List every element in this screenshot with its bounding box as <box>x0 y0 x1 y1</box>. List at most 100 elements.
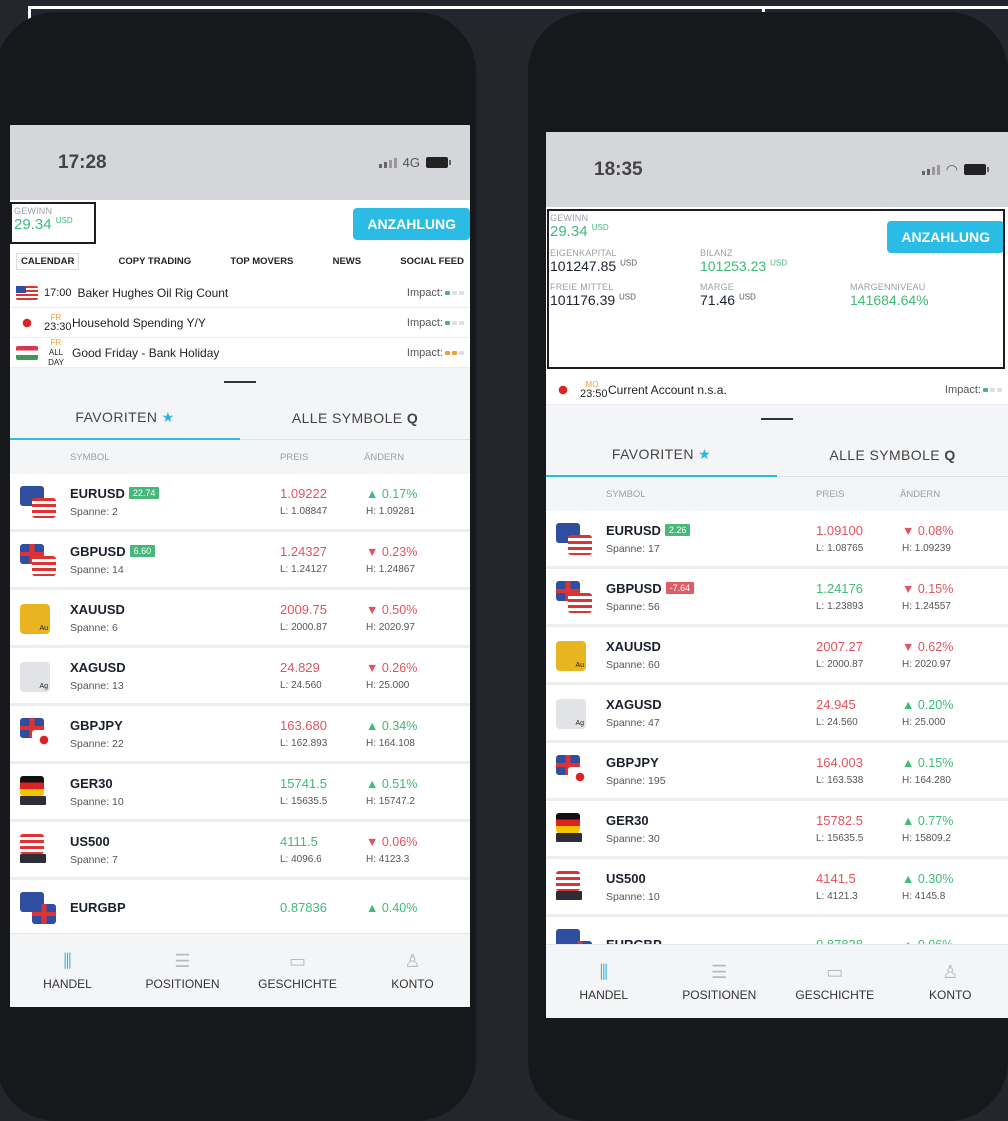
nav-konto[interactable]: ♙ KONTO <box>355 934 470 1007</box>
symbol-flag: Ag <box>10 648 70 703</box>
symbol-row[interactable]: EURUSD 22.74 Spanne: 2 1.09222 L: 1.08847 ▲ 0… <box>10 474 470 532</box>
user-icon: ♙ <box>942 961 959 982</box>
symbol-row[interactable]: Au XAUUSD Spanne: 6 2009.75 L: 2000.87 ▼ 0.50… <box>10 590 470 648</box>
high-price: H: 1.24557 <box>902 600 951 612</box>
symbol-row[interactable]: Ag XAGUSD Spanne: 13 24.829 L: 24.560 ▼ 0.26%… <box>10 648 470 706</box>
symbol-row[interactable]: GER30 Spanne: 30 15782.5 L: 15635.5 ▲ 0.77% H… <box>546 801 1008 859</box>
spread: Spanne: 14 <box>70 563 124 576</box>
symbol-name: GBPUSD <box>606 580 662 596</box>
spread: Spanne: 6 <box>70 621 118 634</box>
us-flag-icon <box>556 871 580 891</box>
battery-icon <box>964 164 989 175</box>
tab-favorites[interactable]: FAVORITEN ★ <box>546 446 777 463</box>
arrow-down-icon: ▼ <box>902 639 915 654</box>
tab-favorites[interactable]: FAVORITEN ★ <box>10 409 240 426</box>
impact-indicator: Impact: <box>407 317 464 329</box>
current-price: 24.945 <box>816 697 856 712</box>
tab-all-symbols[interactable]: ALLE SYMBOLE Q <box>240 410 470 426</box>
deposit-button[interactable]: ANZAHLUNG <box>353 208 470 240</box>
symbol-flag <box>10 474 70 529</box>
low-price: L: 15635.5 <box>280 796 328 807</box>
col-price: PREIS <box>816 488 845 500</box>
tab-social-feed[interactable]: SOCIAL FEED <box>400 256 464 270</box>
arrow-down-icon: ▼ <box>366 834 379 849</box>
drag-handle[interactable] <box>10 368 470 396</box>
search-icon: Q <box>944 446 956 463</box>
current-price: 15782.5 <box>816 813 863 828</box>
tab-all-symbols[interactable]: ALLE SYMBOLE Q <box>777 447 1008 463</box>
highlight-box <box>547 209 1005 369</box>
symbol-flag: Au <box>10 590 70 645</box>
symbol-flag <box>546 569 606 624</box>
symbol-row[interactable]: GBPJPY Spanne: 22 163.680 L: 162.893 ▲ 0.34%… <box>10 706 470 764</box>
price-change: ▲ 0.40% <box>366 900 418 915</box>
signal-icon <box>921 164 940 175</box>
spread: Spanne: 17 <box>606 542 660 555</box>
symbol-row[interactable]: EURGBP 0.87836 ▲ 0.40% <box>10 880 470 938</box>
column-headers: SYMBOL PREIS ÄNDERN <box>10 440 470 474</box>
high-price: H: 25.000 <box>902 716 946 728</box>
index-tag <box>556 891 582 900</box>
low-price: L: 1.24127 <box>280 564 328 575</box>
low-price: L: 4096.6 <box>280 854 322 865</box>
drag-handle[interactable] <box>546 405 1008 433</box>
tab-top-movers[interactable]: TOP MOVERS <box>230 256 293 270</box>
phone-right: 18:35 ◠ GEWINN 29.34 USD ANZAHLUNG EIGEN… <box>528 12 1008 1121</box>
nav-konto[interactable]: ♙ KONTO <box>893 945 1008 1018</box>
nav-geschichte[interactable]: ▭ GESCHICHTE <box>777 945 893 1018</box>
bottom-nav: ⫼ HANDEL ☰ POSITIONEN ▭ GESCHICHTE ♙ KONTO <box>10 933 470 1007</box>
profit-badge: 2.26 <box>664 524 691 536</box>
price-change: ▲ 0.17% <box>366 486 418 501</box>
high-price: H: 1.09281 <box>366 505 415 517</box>
nav-handel[interactable]: ⫼ HANDEL <box>546 945 662 1018</box>
nav-positionen[interactable]: ☰ POSITIONEN <box>125 934 240 1007</box>
account-summary: GEWINN 29.34 USD ANZAHLUNG <box>10 200 470 248</box>
calendar-event[interactable]: 17:00 Baker Hughes Oil Rig Count Impact: <box>10 278 470 308</box>
spread: Spanne: 7 <box>70 853 118 866</box>
col-change: ÄNDERN <box>900 488 941 500</box>
high-price: H: 164.280 <box>902 774 951 786</box>
arrow-up-icon: ▲ <box>366 486 379 501</box>
price-change: ▲ 0.30% <box>902 871 954 886</box>
symbol-tabs: FAVORITEN ★ ALLE SYMBOLE Q <box>546 433 1008 477</box>
spread: Spanne: 10 <box>606 890 660 903</box>
arrow-up-icon: ▲ <box>366 776 379 791</box>
low-price: L: 162.893 <box>280 738 328 749</box>
symbol-row[interactable]: Ag XAGUSD Spanne: 47 24.945 L: 24.560 ▲ 0.20%… <box>546 685 1008 743</box>
spread: Spanne: 195 <box>606 774 666 787</box>
nav-positionen[interactable]: ☰ POSITIONEN <box>662 945 778 1018</box>
column-headers: SYMBOL PREIS ÄNDERN <box>546 477 1008 511</box>
symbol-row[interactable]: EURUSD 2.26 Spanne: 17 1.09100 L: 1.08765 ▼ 0… <box>546 511 1008 569</box>
symbol-row[interactable]: Au XAUUSD Spanne: 60 2007.27 L: 2000.87 ▼ 0.6… <box>546 627 1008 685</box>
spread: Spanne: 56 <box>606 600 660 613</box>
highlight-box <box>10 202 96 244</box>
news-tabs: CALENDAR COPY TRADING TOP MOVERS NEWS SO… <box>10 248 470 278</box>
star-icon: ★ <box>161 409 175 425</box>
us-flag-icon <box>16 285 38 300</box>
symbol-row[interactable]: GER30 Spanne: 10 15741.5 L: 15635.5 ▲ 0.51% H… <box>10 764 470 822</box>
calendar-event[interactable]: FR 23:30 Household Spending Y/Y Impact: <box>10 308 470 338</box>
nav-geschichte[interactable]: ▭ GESCHICHTE <box>240 934 355 1007</box>
tab-calendar[interactable]: CALENDAR <box>16 253 80 270</box>
tab-copy-trading[interactable]: COPY TRADING <box>119 256 192 270</box>
symbol-row[interactable]: GBPUSD 6.60 Spanne: 14 1.24327 L: 1.24127 ▼ 0… <box>10 532 470 590</box>
nav-handel[interactable]: ⫼ HANDEL <box>10 934 125 1007</box>
calendar-event[interactable]: FR ALL DAY Good Friday - Bank Holiday Imp… <box>10 338 470 368</box>
high-price: H: 1.09239 <box>902 542 951 554</box>
symbol-tabs: FAVORITEN ★ ALLE SYMBOLE Q <box>10 396 470 440</box>
arrow-up-icon: ▲ <box>902 697 915 712</box>
symbol-row[interactable]: GBPUSD -7.64 Spanne: 56 1.24176 L: 1.23893 ▼ … <box>546 569 1008 627</box>
calendar-event[interactable]: MO 23:50 Current Account n.s.a. Impact: <box>546 375 1008 405</box>
symbol-row[interactable]: US500 Spanne: 10 4141.5 L: 4121.3 ▲ 0.30% H: … <box>546 859 1008 917</box>
star-icon: ★ <box>698 446 712 462</box>
symbol-row[interactable]: US500 Spanne: 7 4111.5 L: 4096.6 ▼ 0.06% H: 4… <box>10 822 470 880</box>
symbol-flag: Ag <box>546 685 606 740</box>
spread: Spanne: 47 <box>606 716 660 729</box>
current-price: 1.09222 <box>280 486 327 501</box>
tab-news[interactable]: NEWS <box>333 256 362 270</box>
price-change: ▼ 0.08% <box>902 523 954 538</box>
symbol-flag <box>10 764 70 819</box>
japan-flag-icon <box>552 382 574 397</box>
arrow-down-icon: ▼ <box>902 523 915 538</box>
symbol-row[interactable]: GBPJPY Spanne: 195 164.003 L: 163.538 ▲ 0.15… <box>546 743 1008 801</box>
